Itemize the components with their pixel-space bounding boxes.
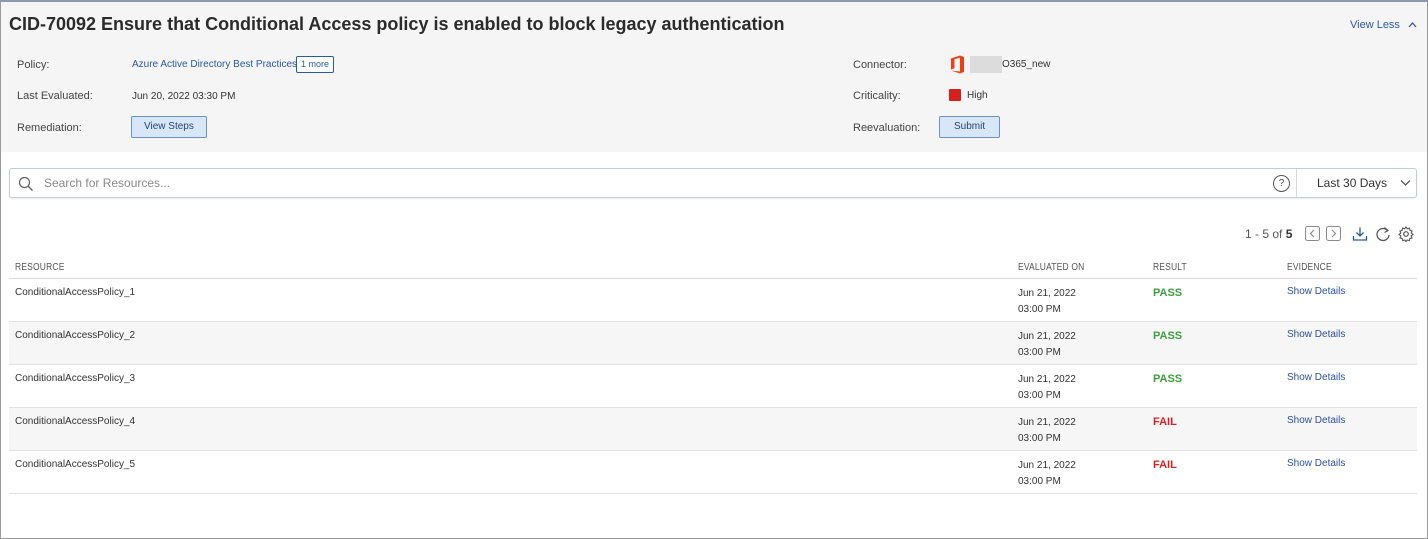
last-evaluated-value: Jun 20, 2022 03:30 PM [132, 91, 236, 102]
resource-name: ConditionalAccessPolicy_1 [15, 287, 136, 298]
evaluated-date: Jun 21, 2022 [1018, 417, 1076, 428]
column-header-evidence[interactable]: EVIDENCE [1287, 262, 1332, 273]
date-range-select[interactable]: Last 30 Days [1317, 176, 1387, 190]
evaluated-time: 03:00 PM [1018, 476, 1061, 487]
gear-icon[interactable] [1398, 226, 1414, 243]
page-title: CID-70092 Ensure that Conditional Access… [9, 14, 785, 34]
evaluated-date: Jun 21, 2022 [1018, 460, 1076, 471]
search-bar: ? Last 30 Days [9, 168, 1417, 198]
pagination-total: 5 [1285, 227, 1293, 241]
show-details-link[interactable]: Show Details [1287, 372, 1345, 383]
last-evaluated-label: Last Evaluated: [17, 90, 93, 102]
submit-button[interactable]: Submit [939, 116, 1001, 138]
result-badge: FAIL [1153, 416, 1177, 428]
office-icon [949, 55, 966, 74]
evaluated-time: 03:00 PM [1018, 304, 1061, 315]
pagination-info: 1 - 5 of 5 [1245, 227, 1292, 241]
criticality-value: High [967, 90, 988, 101]
result-badge: PASS [1153, 330, 1183, 342]
policy-detail-panel: CID-70092 Ensure that Conditional Access… [0, 0, 1428, 539]
evaluated-time: 03:00 PM [1018, 390, 1061, 401]
search-input[interactable] [44, 173, 1244, 193]
policy-label: Policy: [17, 59, 50, 71]
resource-name: ConditionalAccessPolicy_2 [15, 330, 136, 341]
show-details-link[interactable]: Show Details [1287, 329, 1345, 340]
view-steps-button[interactable]: View Steps [131, 116, 207, 138]
evaluated-date: Jun 21, 2022 [1018, 288, 1076, 299]
column-header-evaluated-on[interactable]: EVALUATED ON [1018, 262, 1084, 273]
result-badge: PASS [1153, 287, 1183, 299]
policy-more-button[interactable]: 1 more [296, 56, 335, 73]
chevron-down-icon[interactable] [1400, 178, 1411, 188]
view-less-link[interactable]: View Less [1350, 19, 1417, 31]
pagination-range: 1 - 5 of [1245, 227, 1283, 241]
evaluated-date: Jun 21, 2022 [1018, 331, 1076, 342]
policy-link[interactable]: Azure Active Directory Best Practices [132, 59, 297, 70]
column-header-resource[interactable]: RESOURCE [15, 262, 65, 273]
table-row: ConditionalAccessPolicy_3 Jun 21, 2022 0… [9, 365, 1417, 408]
result-badge: FAIL [1153, 459, 1177, 471]
criticality-high-indicator [949, 89, 961, 101]
resource-name: ConditionalAccessPolicy_3 [15, 373, 136, 384]
remediation-label: Remediation: [17, 122, 82, 134]
download-icon[interactable] [1352, 226, 1368, 242]
refresh-icon[interactable] [1375, 226, 1391, 242]
criticality-label: Criticality: [853, 90, 901, 102]
table-row: ConditionalAccessPolicy_5 Jun 21, 2022 0… [9, 451, 1417, 494]
column-header-result[interactable]: RESULT [1153, 262, 1187, 273]
evaluated-time: 03:00 PM [1018, 347, 1061, 358]
show-details-link[interactable]: Show Details [1287, 458, 1345, 469]
resource-name: ConditionalAccessPolicy_5 [15, 459, 136, 470]
evaluated-date: Jun 21, 2022 [1018, 374, 1076, 385]
view-less-label: View Less [1350, 19, 1400, 31]
search-icon [18, 176, 34, 192]
connector-value: O365_new [1002, 59, 1051, 70]
connector-redacted-block [970, 56, 1002, 73]
evaluated-time: 03:00 PM [1018, 433, 1061, 444]
reevaluation-label: Reevaluation: [853, 122, 921, 134]
table-row: ConditionalAccessPolicy_4 Jun 21, 2022 0… [9, 408, 1417, 451]
table-row: ConditionalAccessPolicy_1 Jun 21, 2022 0… [9, 279, 1417, 322]
chevron-left-icon[interactable] [1305, 226, 1321, 242]
show-details-link[interactable]: Show Details [1287, 415, 1345, 426]
result-badge: PASS [1153, 373, 1183, 385]
chevron-up-icon [1408, 20, 1417, 30]
divider [1296, 169, 1297, 197]
connector-label: Connector: [853, 59, 907, 71]
show-details-link[interactable]: Show Details [1287, 286, 1345, 297]
resource-name: ConditionalAccessPolicy_4 [15, 416, 136, 427]
help-icon[interactable]: ? [1273, 175, 1290, 192]
table-row: ConditionalAccessPolicy_2 Jun 21, 2022 0… [9, 322, 1417, 365]
policy-header: CID-70092 Ensure that Conditional Access… [1, 2, 1427, 152]
chevron-right-icon[interactable] [1326, 226, 1342, 242]
